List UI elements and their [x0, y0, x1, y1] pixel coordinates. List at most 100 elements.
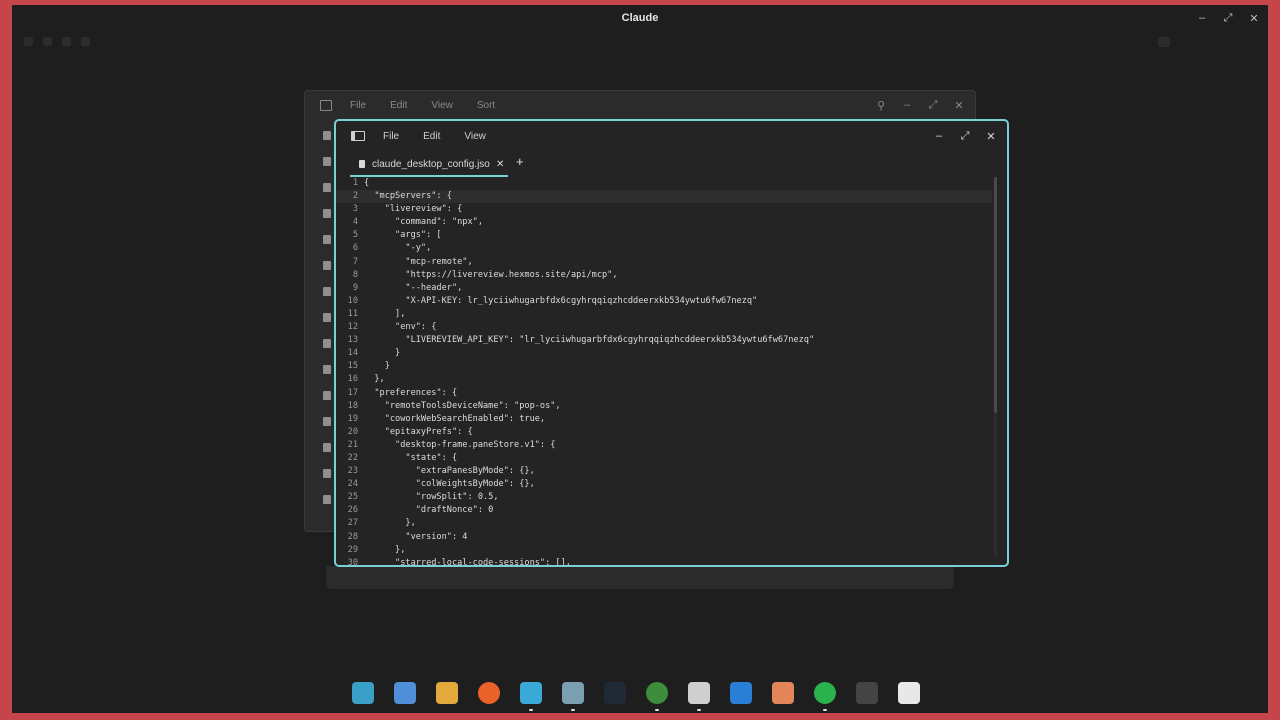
maximize-icon[interactable]: ⤢: [1222, 12, 1234, 25]
workspaces-icon[interactable]: [392, 680, 418, 706]
claude-icon[interactable]: [770, 680, 796, 706]
sync-icon[interactable]: [812, 680, 838, 711]
music-icon[interactable]: [323, 235, 331, 244]
search-app-icon-shape: [352, 682, 374, 704]
running-indicator: [529, 709, 533, 711]
code-text: ],: [364, 308, 406, 319]
folder-icon[interactable]: [323, 469, 331, 478]
code-text: "epitaxyPrefs": {: [364, 426, 473, 437]
code-text: "https://livereview.hexmos.site/api/mcp"…: [364, 269, 618, 280]
folder-icon[interactable]: [323, 313, 331, 322]
faint-toolbar-icon: [1158, 37, 1170, 47]
code-line: 15 }: [336, 360, 992, 373]
tab-close-icon[interactable]: ✕: [496, 159, 504, 170]
minimize-icon[interactable]: –: [933, 130, 945, 142]
code-line: 25 "rowSplit": 0.5,: [336, 491, 992, 504]
code-text: "rowSplit": 0.5,: [364, 492, 499, 503]
code-text: },: [364, 374, 385, 385]
code-line: 16 },: [336, 373, 992, 386]
arch-icon[interactable]: [728, 680, 754, 706]
text-editor-icon[interactable]: [560, 680, 586, 711]
sync-icon-shape: [814, 682, 836, 704]
download-icon[interactable]: [323, 209, 331, 218]
maximize-icon[interactable]: ⤢: [927, 99, 939, 112]
line-number: 7: [352, 256, 358, 267]
app-grid-icon[interactable]: [434, 680, 460, 706]
fm-menu-file[interactable]: File: [350, 100, 366, 111]
folder-icon[interactable]: [323, 495, 331, 504]
line-number: 28: [347, 531, 358, 542]
code-text: "colWeightsByMode": {},: [364, 479, 535, 490]
search-icon[interactable]: ⚲: [875, 99, 887, 112]
app-grid-icon-shape: [436, 682, 458, 704]
tab-claude-desktop-config[interactable]: claude_desktop_config.json ✕: [350, 153, 508, 177]
code-text: "env": {: [364, 322, 437, 333]
close-icon[interactable]: ✕: [985, 130, 997, 143]
code-text: "X-API-KEY: lr_lyciiwhugarbfdx6cgyhrqqiq…: [364, 295, 758, 306]
code-line: 19 "coworkWebSearchEnabled": true,: [336, 413, 992, 426]
folder-icon[interactable]: [323, 287, 331, 296]
code-text: {: [364, 178, 370, 188]
sidebar-toggle-icon[interactable]: [320, 99, 332, 111]
screenshot-icon[interactable]: [854, 680, 880, 706]
recent-icon[interactable]: [323, 131, 331, 140]
line-number: 14: [347, 348, 358, 359]
new-tab-plus-icon[interactable]: +: [516, 154, 524, 169]
line-number: 29: [347, 544, 358, 555]
sidebar-toggle-icon[interactable]: [351, 131, 365, 141]
search-app-icon[interactable]: [350, 680, 376, 706]
firefox-icon[interactable]: [476, 680, 502, 706]
pictures-icon[interactable]: [323, 261, 331, 270]
folder-icon[interactable]: [323, 339, 331, 348]
display-icon[interactable]: [896, 680, 922, 706]
editor-menu-edit[interactable]: Edit: [423, 131, 440, 142]
folder-icon[interactable]: [323, 183, 331, 192]
chrome-icon[interactable]: [644, 680, 670, 711]
line-number: 4: [352, 217, 358, 228]
network-icon[interactable]: [323, 443, 331, 452]
scrollbar-thumb[interactable]: [994, 177, 997, 413]
running-indicator: [697, 709, 701, 711]
editor-menu-file[interactable]: File: [383, 131, 399, 142]
code-line: 24 "colWeightsByMode": {},: [336, 478, 992, 491]
code-text: "state": {: [364, 452, 458, 463]
claude-icon-shape: [772, 682, 794, 704]
code-text: }: [364, 348, 401, 359]
minimize-icon[interactable]: –: [1196, 12, 1208, 24]
folder-icon[interactable]: [323, 391, 331, 400]
line-number: 10: [347, 295, 358, 306]
faint-toolbar-icon: [43, 37, 52, 46]
line-number: 8: [352, 269, 358, 280]
line-number: 20: [347, 426, 358, 437]
workspaces-icon-shape: [394, 682, 416, 704]
code-editor[interactable]: 1{2 "mcpServers": {3 "livereview": {4 "c…: [336, 177, 992, 565]
faint-toolbar-icon: [62, 37, 71, 46]
code-line: 29 },: [336, 544, 992, 557]
close-icon[interactable]: ✕: [953, 99, 965, 112]
fm-menu-sort[interactable]: Sort: [477, 100, 495, 111]
code-text: "version": 4: [364, 531, 468, 542]
running-indicator: [655, 709, 659, 711]
files-icon[interactable]: [518, 680, 544, 711]
terminal-icon[interactable]: [602, 680, 628, 706]
code-line: 14 }: [336, 347, 992, 360]
code-line: 27 },: [336, 517, 992, 530]
maximize-icon[interactable]: ⤢: [959, 130, 971, 143]
code-line: 23 "extraPanesByMode": {},: [336, 465, 992, 478]
home-icon[interactable]: [323, 157, 331, 166]
fm-menu-view[interactable]: View: [431, 100, 453, 111]
folder-icon[interactable]: [323, 365, 331, 374]
files-icon-shape: [520, 682, 542, 704]
fm-menu-edit[interactable]: Edit: [390, 100, 407, 111]
chrome-icon-shape: [646, 682, 668, 704]
close-icon[interactable]: ✕: [1248, 12, 1260, 25]
code-text: "remoteToolsDeviceName": "pop-os",: [364, 400, 561, 411]
trash-icon[interactable]: [323, 417, 331, 426]
minimize-icon[interactable]: –: [901, 99, 913, 111]
code-text: "mcpServers": {: [364, 191, 452, 202]
line-number: 23: [347, 466, 358, 477]
line-number: 12: [347, 322, 358, 333]
editor-menu-view[interactable]: View: [464, 131, 486, 142]
package-icon[interactable]: [686, 680, 712, 711]
file-manager-controls: ⚲ – ⤢ ✕: [875, 91, 965, 119]
